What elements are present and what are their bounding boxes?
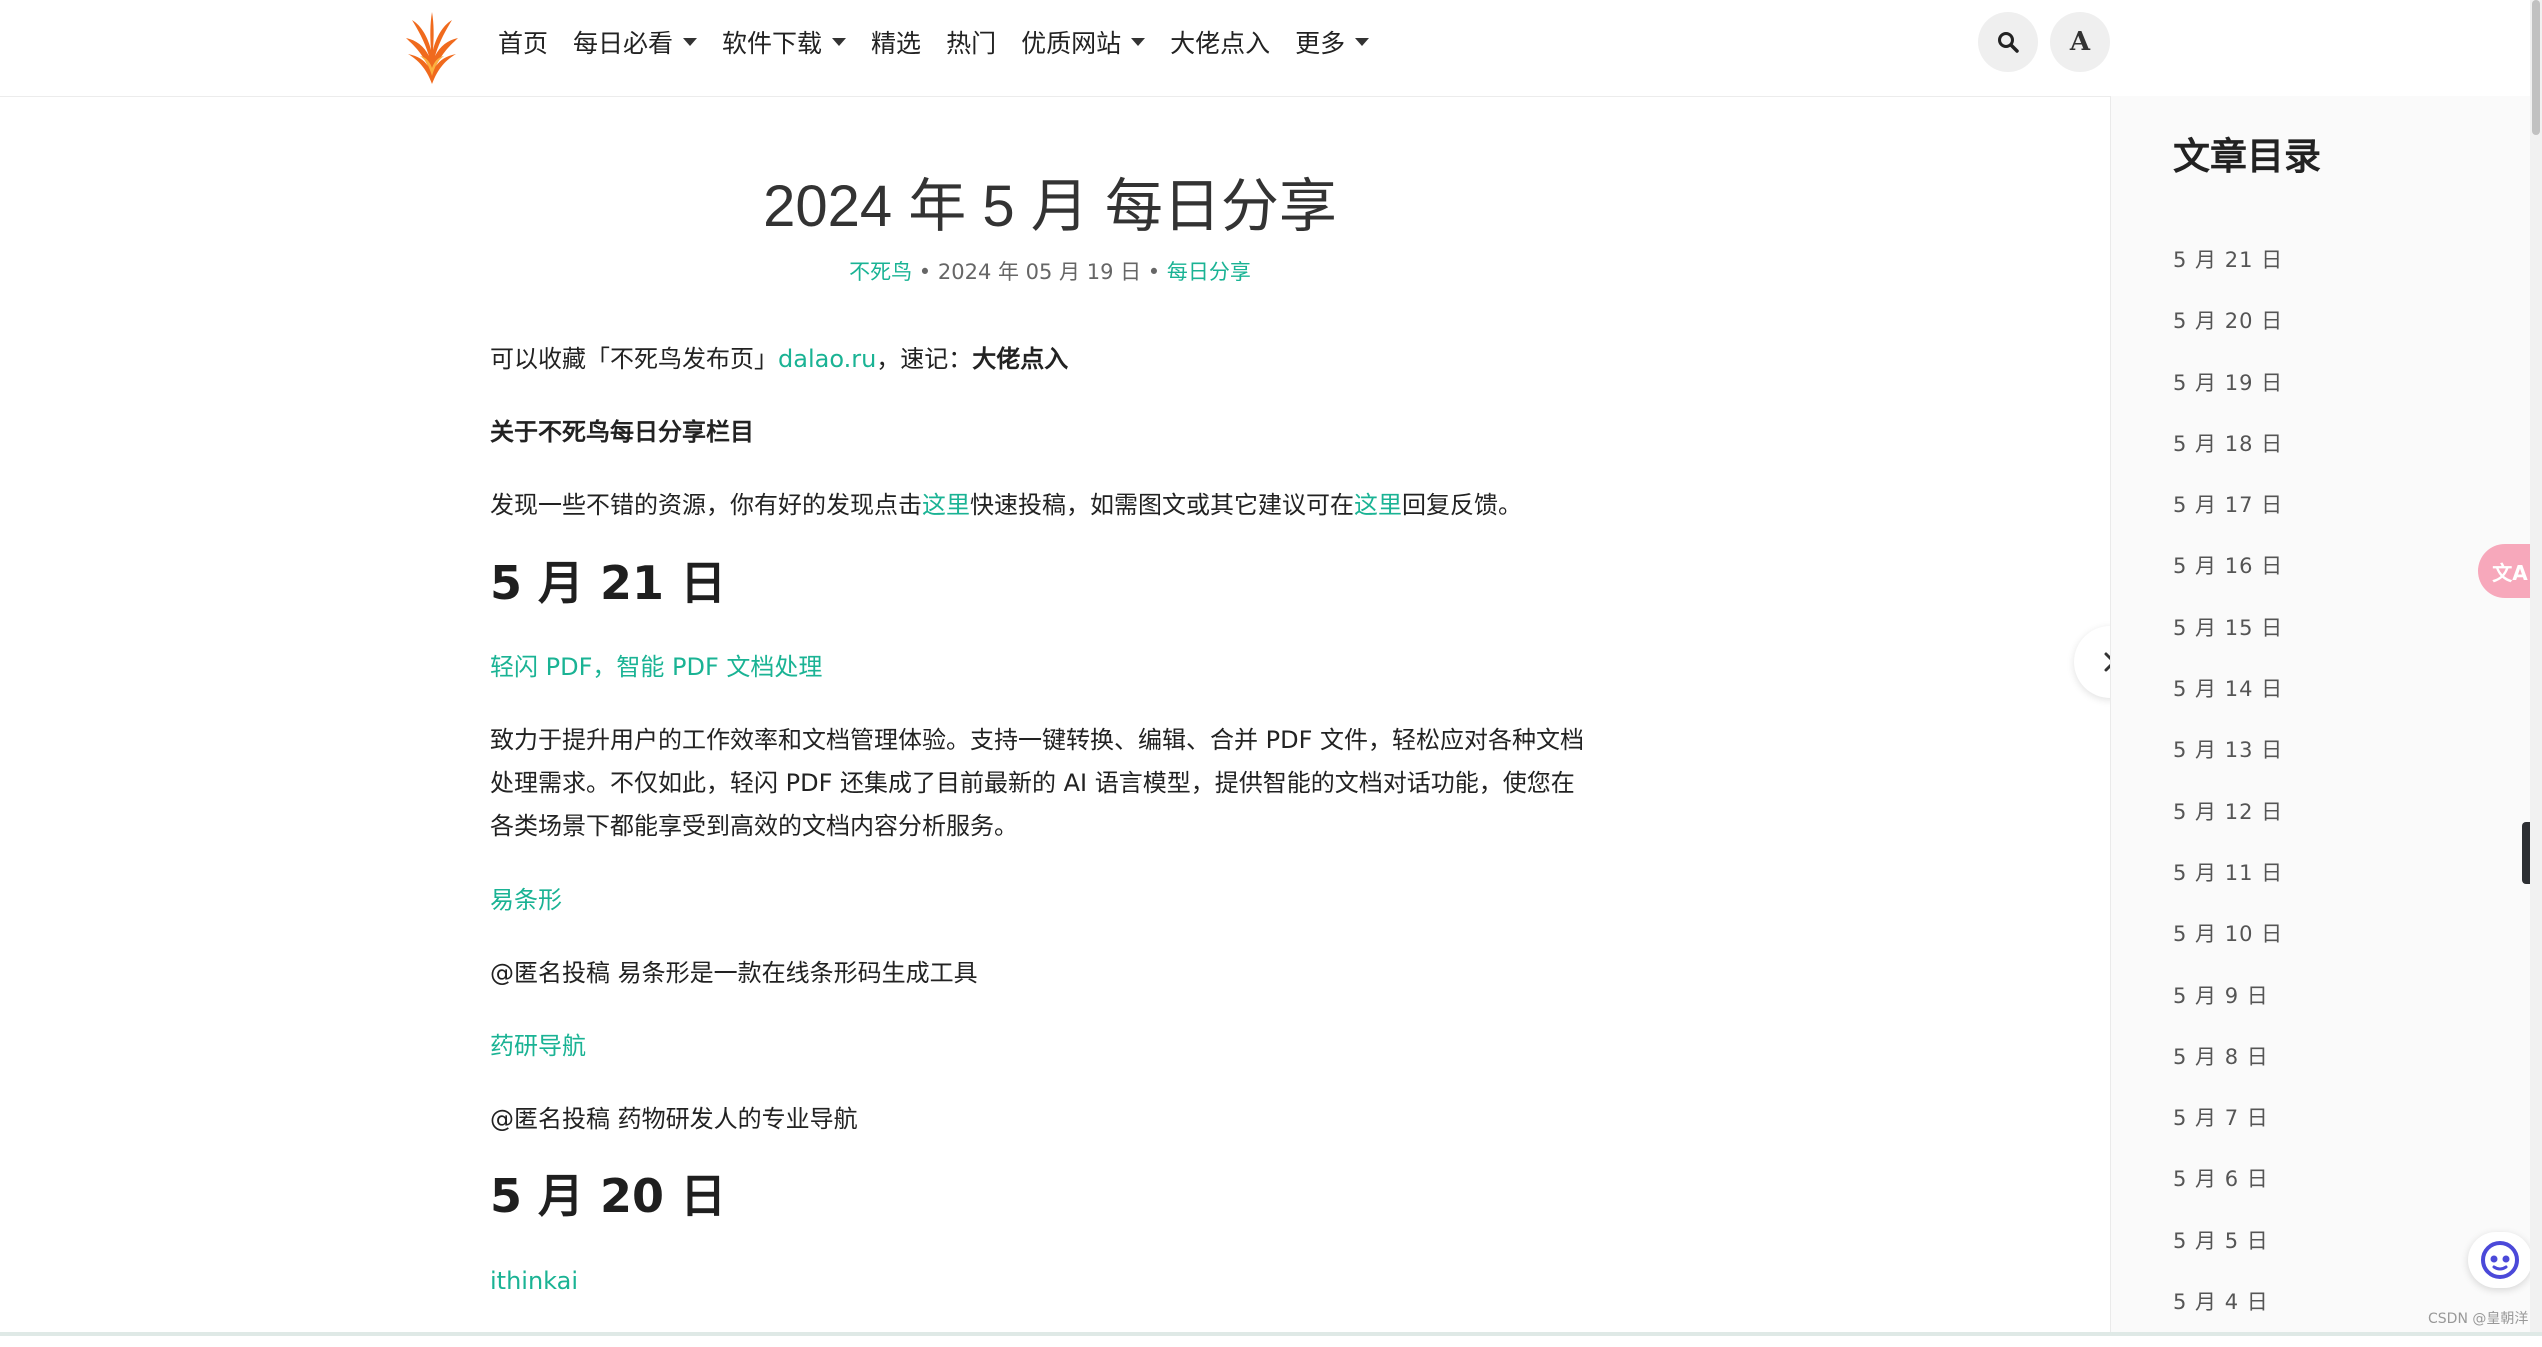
submit-link[interactable]: 这里 [922,491,970,519]
caret-down-icon [683,38,698,46]
about-text: 发现一些不错的资源，你有好的发现点击 [490,491,922,519]
ai-assistant-button[interactable] [2468,1232,2532,1288]
toc-item[interactable]: 5 月 15 日 [2173,612,2283,673]
search-button[interactable] [1978,12,2038,72]
nav-label: 精选 [871,29,922,58]
description-line: 各类场景下都能享受到高效的文档内容分析服务。 [490,812,1018,840]
resource-link[interactable]: 轻闪 PDF，智能 PDF 文档处理 [490,653,822,681]
page-scrollbar[interactable] [2530,0,2542,1336]
toc-item[interactable]: 5 月 19 日 [2173,367,2283,428]
resource-item: 药研导航 [490,1025,1610,1068]
resource-description: @匿名投稿 药物研发人的专业导航 [490,1098,1610,1141]
description-line: @匿名投稿 易条形是一款在线条形码生成工具 [490,959,978,987]
scrollbar-thumb[interactable] [2532,0,2540,135]
bottom-divider [0,1332,2542,1336]
caret-down-icon [1131,38,1146,46]
dalao-link[interactable]: dalao.ru [778,345,876,373]
toc-item[interactable]: 5 月 17 日 [2173,489,2283,550]
main-nav: 首页 每日必看 软件下载 精选 热门 优质网站 大佬点入 更多 [498,0,1394,84]
resource-link[interactable]: 易条形 [490,886,562,914]
resource-item: ithinkai [490,1260,1610,1303]
description-line: 处理需求。不仅如此，轻闪 PDF 还集成了目前最新的 AI 语言模型，提供智能的… [490,769,1575,797]
nav-quality-sites[interactable]: 优质网站 [1021,24,1146,60]
search-icon [1998,32,2019,53]
resource-item: 轻闪 PDF，智能 PDF 文档处理 [490,646,1610,689]
about-heading: 关于不死鸟每日分享栏目 [490,411,1610,454]
section-heading: 5 月 20 日 [490,1169,727,1223]
section-heading: 5 月 21 日 [490,556,727,610]
assistant-robot-icon [2481,1241,2519,1279]
resource-item: 易条形 [490,879,1610,922]
font-size-button[interactable]: A [2050,12,2110,72]
toc-item[interactable]: 5 月 6 日 [2173,1163,2283,1224]
watermark-text: CSDN @皇朝洋 [2428,1311,2529,1327]
toc-item[interactable]: 5 月 10 日 [2173,918,2283,979]
toc-item[interactable]: 5 月 4 日 [2173,1286,2283,1347]
nav-software-download[interactable]: 软件下载 [722,24,847,60]
resource-link[interactable]: ithinkai [490,1267,578,1295]
caret-down-icon [1355,38,1370,46]
translate-icon: 文A [2492,560,2528,585]
nav-daily-must-see[interactable]: 每日必看 [573,24,698,60]
resource-link[interactable]: 药研导航 [490,1032,586,1060]
article-title: 2024 年 5 月 每日分享 [763,174,1337,239]
nav-label: 热门 [946,29,997,58]
about-text: 回复反馈。 [1402,491,1522,519]
toc-item[interactable]: 5 月 13 日 [2173,734,2283,795]
nav-label: 软件下载 [722,29,823,58]
meta-separator: • [912,260,938,284]
toc-item[interactable]: 5 月 20 日 [2173,305,2283,366]
nav-more[interactable]: 更多 [1295,24,1370,60]
nav-label: 首页 [498,29,549,58]
category-link[interactable]: 每日分享 [1167,260,1251,284]
description-line: @匿名投稿 药物研发人的专业导航 [490,1105,858,1133]
caret-down-icon [832,38,847,46]
nav-home[interactable]: 首页 [498,24,548,60]
nav-label: 更多 [1295,29,1346,58]
toc-item[interactable]: 5 月 14 日 [2173,673,2283,734]
toc-list: 5 月 21 日 5 月 20 日 5 月 19 日 5 月 18 日 5 月 … [2173,244,2283,1347]
toc-item[interactable]: 5 月 5 日 [2173,1225,2283,1286]
toc-title: 文章目录 [2173,135,2321,178]
about-heading-text: 关于不死鸟每日分享栏目 [490,418,754,446]
font-size-label: A [2069,27,2091,57]
resource-description: @匿名投稿 易条形是一款在线条形码生成工具 [490,952,1610,995]
intro-bold: 大佬点入 [972,345,1069,373]
phoenix-logo-icon[interactable] [404,10,460,86]
description-line: 致力于提升用户的工作效率和文档管理体验。支持一键转换、编辑、合并 PDF 文件，… [490,726,1585,754]
toc-item[interactable]: 5 月 9 日 [2173,980,2283,1041]
toc-item[interactable]: 5 月 12 日 [2173,796,2283,857]
feedback-link[interactable]: 这里 [1354,491,1402,519]
toc-item[interactable]: 5 月 21 日 [2173,244,2283,305]
nav-dalao[interactable]: 大佬点入 [1170,24,1270,60]
nav-label: 优质网站 [1021,29,1122,58]
toc-panel: 文章目录 5 月 21 日 5 月 20 日 5 月 19 日 5 月 18 日… [2110,96,2531,1336]
toc-item[interactable]: 5 月 7 日 [2173,1102,2283,1163]
intro-text: ，速记： [876,345,973,373]
nav-label: 每日必看 [573,29,674,58]
toc-item[interactable]: 5 月 8 日 [2173,1041,2283,1102]
nav-popular[interactable]: 热门 [946,24,996,60]
about-text: 快速投稿，如需图文或其它建议可在 [970,491,1354,519]
resource-description: 致力于提升用户的工作效率和文档管理体验。支持一键转换、编辑、合并 PDF 文件，… [490,719,1610,848]
about-paragraph: 发现一些不错的资源，你有好的发现点击这里快速投稿，如需图文或其它建议可在这里回复… [490,484,1610,527]
article-meta: 不死鸟 • 2024 年 05 月 19 日 • 每日分享 [490,256,1610,286]
nav-label: 大佬点入 [1170,29,1271,58]
nav-featured[interactable]: 精选 [871,24,921,60]
meta-separator: • [1141,260,1167,284]
intro-text: 可以收藏「不死鸟发布页」 [490,345,778,373]
intro-paragraph: 可以收藏「不死鸟发布页」dalao.ru，速记：大佬点入 [490,338,1610,381]
post-date: 2024 年 05 月 19 日 [937,260,1142,284]
toc-item[interactable]: 5 月 16 日 [2173,550,2283,611]
toc-item[interactable]: 5 月 11 日 [2173,857,2283,918]
site-header: 首页 每日必看 软件下载 精选 热门 优质网站 大佬点入 更多 A [0,0,2530,97]
author-link[interactable]: 不死鸟 [849,260,912,284]
toc-item[interactable]: 5 月 18 日 [2173,428,2283,489]
